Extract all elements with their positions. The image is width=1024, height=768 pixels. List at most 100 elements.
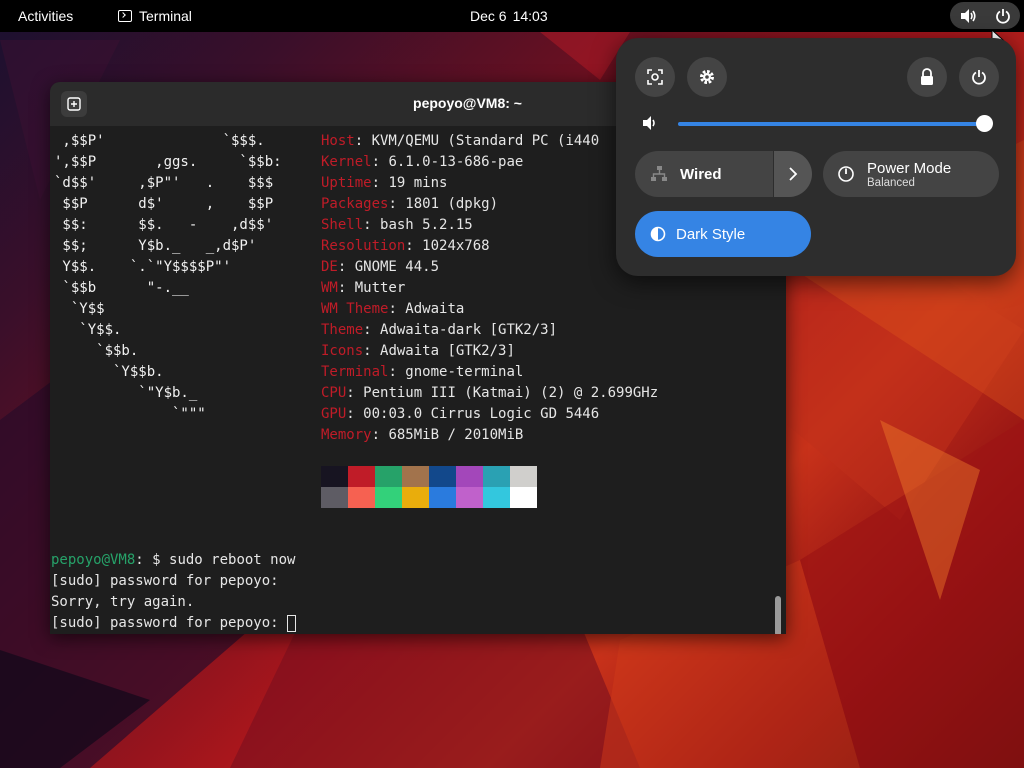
info-value: 00:03.0 Cirrus Logic GD 5446 — [363, 406, 600, 422]
power-mode-icon — [838, 166, 854, 182]
info-row: Packages: 1801 (dpkg) — [321, 196, 499, 212]
top-bar: Activities Terminal Dec 6 14:03 — [0, 0, 1024, 32]
info-key: Theme — [321, 322, 364, 338]
palette-swatch — [375, 466, 402, 487]
wired-network-icon — [651, 166, 667, 181]
system-status-area[interactable] — [950, 2, 1020, 29]
info-key: WM — [321, 280, 338, 296]
sudo-prompt-line-2: [sudo] password for pepoyo: — [51, 613, 297, 634]
info-key: Kernel — [321, 154, 372, 170]
sorry-line: Sorry, try again. — [51, 594, 195, 610]
app-menu-label: Terminal — [139, 8, 192, 24]
screenshot-icon — [647, 69, 663, 85]
clock-date: Dec 6 — [470, 8, 507, 24]
info-value: GNOME 44.5 — [354, 259, 440, 275]
palette-swatch — [321, 466, 348, 487]
activities-button[interactable]: Activities — [18, 8, 73, 24]
info-row: Theme: Adwaita-dark [GTK2/3] — [321, 322, 558, 338]
info-row: Memory: 685MiB / 2010MiB — [321, 427, 524, 443]
ascii-line: `$$b. — [54, 343, 139, 359]
ascii-line: Y$$. `.`"Y$$$$P"' — [54, 259, 232, 275]
ascii-line: `Y$$ — [54, 301, 105, 317]
info-key: GPU — [321, 406, 347, 422]
lock-button[interactable] — [907, 57, 947, 97]
chevron-right-icon — [789, 167, 798, 181]
palette-swatch — [375, 487, 402, 508]
palette-swatch — [456, 487, 483, 508]
wired-expand-button[interactable] — [773, 151, 812, 197]
palette-swatch — [348, 466, 375, 487]
palette-swatch — [402, 487, 429, 508]
settings-button[interactable] — [687, 57, 727, 97]
palette-swatch — [429, 466, 456, 487]
ascii-line: `d$$' ,$P"' . $$$ — [54, 175, 274, 191]
info-value: 1801 (dpkg) — [405, 196, 499, 212]
clock-button[interactable]: Dec 6 14:03 — [470, 8, 548, 24]
info-value: Adwaita — [405, 301, 465, 317]
info-value: KVM/QEMU (Standard PC (i440 — [371, 133, 600, 149]
info-row: Host: KVM/QEMU (Standard PC (i440 — [321, 133, 600, 149]
palette-swatch — [348, 487, 375, 508]
info-value: 685MiB / 2010MiB — [388, 427, 524, 443]
info-key: Packages — [321, 196, 389, 212]
info-row: Resolution: 1024x768 — [321, 238, 490, 254]
info-row: WM: Mutter — [321, 280, 406, 296]
palette-swatch — [429, 487, 456, 508]
info-key: CPU — [321, 385, 347, 401]
info-value: gnome-terminal — [405, 364, 524, 380]
volume-slider-knob[interactable] — [976, 115, 993, 132]
palette-swatch — [456, 466, 483, 487]
volume-icon — [643, 116, 655, 130]
prompt-command: : $ sudo reboot now — [135, 552, 296, 568]
sudo-prompt-line: [sudo] password for pepoyo: — [51, 573, 279, 589]
gear-icon — [700, 70, 714, 84]
info-row: Shell: bash 5.2.15 — [321, 217, 473, 233]
volume-slider-track[interactable] — [678, 122, 986, 126]
palette-swatch — [510, 466, 537, 487]
info-row: WM Theme: Adwaita — [321, 301, 465, 317]
wired-toggle[interactable]: Wired — [635, 151, 812, 197]
power-mode-value: Balanced — [867, 176, 915, 189]
clock-time: 14:03 — [512, 8, 548, 24]
ascii-line: `$$b "-.__ — [54, 280, 189, 296]
info-row: DE: GNOME 44.5 — [321, 259, 440, 275]
ascii-line: `Y$$b. — [54, 364, 164, 380]
power-mode-label: Power Mode — [867, 159, 952, 177]
prompt-user: pepoyo@VM8 — [51, 552, 136, 568]
palette-swatch — [483, 466, 510, 487]
power-mode-toggle[interactable]: Power Mode Balanced — [823, 151, 999, 197]
info-row: Uptime: 19 mins — [321, 175, 448, 191]
dark-style-icon — [650, 226, 666, 242]
power-off-button[interactable] — [959, 57, 999, 97]
screenshot-button[interactable] — [635, 57, 675, 97]
palette-swatch — [483, 487, 510, 508]
ascii-line: `Y$$. — [54, 322, 122, 338]
info-value: bash 5.2.15 — [380, 217, 473, 233]
info-row: Icons: Adwaita [GTK2/3] — [321, 343, 515, 359]
text-cursor — [287, 614, 297, 632]
palette-swatch — [510, 487, 537, 508]
dark-style-label: Dark Style — [676, 225, 746, 243]
ascii-line: $$; Y$b._ _,d$P' — [54, 238, 257, 254]
quick-settings-menu: Wired Power Mode Balanced Dark Style — [616, 38, 1016, 276]
info-value: 6.1.0-13-686-pae — [388, 154, 524, 170]
info-row: Kernel: 6.1.0-13-686-pae — [321, 154, 524, 170]
info-value: Mutter — [354, 280, 406, 296]
wired-label: Wired — [680, 165, 722, 183]
info-key: Memory — [321, 427, 372, 443]
command-line: pepoyo@VM8: $ sudo reboot now — [51, 550, 295, 571]
info-key: Icons — [321, 343, 364, 359]
dark-style-toggle[interactable]: Dark Style — [635, 211, 811, 257]
power-icon — [972, 70, 986, 85]
info-key: Uptime — [321, 175, 372, 191]
info-value: Adwaita-dark [GTK2/3] — [380, 322, 558, 338]
info-value: 1024x768 — [422, 238, 490, 254]
info-value: 19 mins — [388, 175, 448, 191]
info-row: CPU: Pentium III (Katmai) (2) @ 2.699GHz — [321, 385, 659, 401]
terminal-icon — [118, 10, 132, 22]
info-row: GPU: 00:03.0 Cirrus Logic GD 5446 — [321, 406, 600, 422]
ascii-line: $$: $$. - ,d$$' — [54, 217, 274, 233]
terminal-scrollbar[interactable] — [775, 596, 781, 634]
app-menu[interactable]: Terminal — [118, 8, 192, 24]
sudo-prompt-text: [sudo] password for pepoyo: — [51, 615, 288, 631]
